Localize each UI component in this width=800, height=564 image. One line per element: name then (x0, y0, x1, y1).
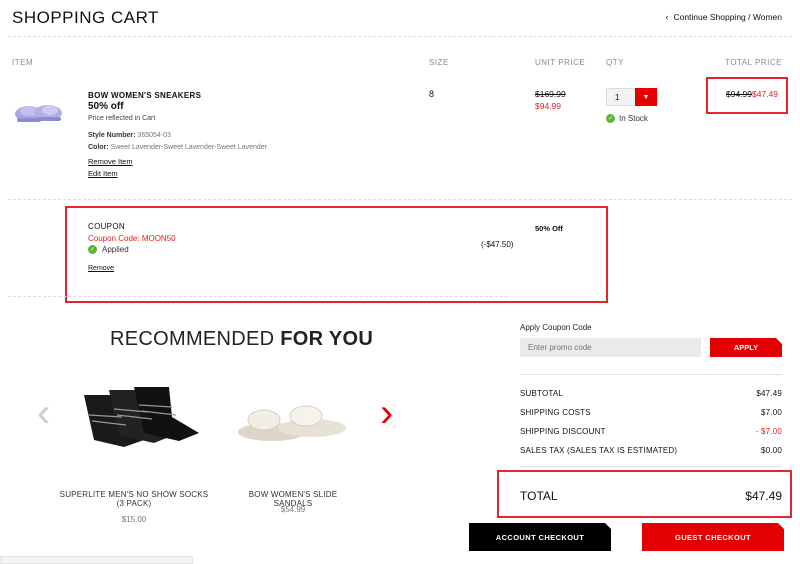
account-checkout-button[interactable]: ACCOUNT CHECKOUT (469, 523, 611, 551)
column-header-size: SIZE (429, 58, 449, 67)
carousel-prev-icon[interactable]: ‹ (37, 393, 50, 433)
column-header-unit-price: UNIT PRICE (535, 58, 586, 67)
column-header-item: ITEM (12, 58, 34, 67)
continue-shopping-label: Continue Shopping / Women (673, 12, 782, 22)
summary-shipping-discount: SHIPPING DISCOUNT - $7.00 (520, 427, 782, 436)
color-label: Color: (88, 144, 109, 151)
divider (8, 199, 792, 200)
unit-price-original: $169.99 (535, 89, 566, 99)
summary-total: TOTAL $47.49 (520, 489, 782, 503)
quantity-value: 1 (615, 92, 620, 102)
recommended-title-light: RECOMMENDED (110, 328, 275, 350)
shipping-label: SHIPPING COSTS (520, 408, 591, 417)
divider (520, 466, 782, 467)
product-name[interactable]: BOW WOMEN'S SNEAKERS (88, 91, 201, 100)
coupon-amount: (-$47.50) (481, 240, 514, 249)
promo-label: Apply Coupon Code (520, 323, 592, 332)
chevron-down-icon[interactable]: ▼ (635, 88, 657, 106)
quantity-select[interactable]: 1 ▼ (606, 88, 658, 106)
remove-item-link[interactable]: Remove Item (88, 157, 133, 166)
carousel-next-icon[interactable]: › (380, 393, 393, 433)
reco-item-name[interactable]: SUPERLITE MEN'S NO SHOW SOCKS (3 PACK) (58, 490, 210, 508)
color-value: Sweet Lavender-Sweet Lavender-Sweet Lave… (110, 144, 267, 151)
edit-item-link[interactable]: Edit Item (88, 169, 118, 178)
continue-shopping-link[interactable]: ‹ Continue Shopping / Women (665, 12, 782, 22)
apply-button[interactable]: APPLY (710, 338, 782, 357)
product-discount: 50% off (88, 101, 124, 112)
promo-code-input[interactable] (520, 338, 701, 357)
shipping-discount-label: SHIPPING DISCOUNT (520, 427, 606, 436)
stock-status: ✓ In Stock (606, 114, 648, 123)
product-image-socks[interactable] (64, 385, 204, 453)
summary-subtotal: SUBTOTAL $47.49 (520, 389, 782, 398)
column-header-qty: QTY (606, 58, 624, 67)
guest-checkout-button[interactable]: GUEST CHECKOUT (642, 523, 784, 551)
color-info: Color: Sweet Lavender-Sweet Lavender-Swe… (88, 144, 267, 151)
total-price-original: $94.99 (726, 89, 752, 99)
recommended-title-bold: FOR YOU (280, 328, 374, 350)
coupon-code: Coupon Code: MOON50 (88, 234, 176, 243)
unit-price-sale: $94.99 (535, 101, 561, 111)
total-value: $47.49 (745, 489, 782, 503)
horizontal-scrollbar[interactable] (0, 556, 193, 564)
summary-tax: SALES TAX (SALES TAX IS ESTIMATED) $0.00 (520, 446, 782, 455)
page-title: SHOPPING CART (12, 8, 159, 27)
check-icon: ✓ (88, 245, 97, 254)
chevron-left-icon: ‹ (665, 12, 669, 22)
reco-item-price: $15.00 (121, 515, 147, 524)
coupon-status-label: Applied (102, 245, 129, 254)
recommended-title: RECOMMENDED FOR YOU (110, 328, 373, 351)
column-header-total-price: TOTAL PRICE (725, 58, 782, 67)
coupon-heading: COUPON (88, 222, 125, 231)
reco-item-price: $54.99 (280, 505, 306, 514)
total-label: TOTAL (520, 489, 558, 503)
check-icon: ✓ (606, 114, 615, 123)
total-price-sale: $47.49 (752, 89, 778, 99)
stock-status-label: In Stock (619, 114, 648, 123)
tax-label: SALES TAX (SALES TAX IS ESTIMATED) (520, 446, 678, 455)
total-price: $94.99$47.49 (726, 89, 778, 99)
tax-value: $0.00 (760, 446, 782, 455)
price-note: Price reflected in Cart (88, 115, 156, 122)
subtotal-value: $47.49 (756, 389, 782, 398)
product-size: 8 (429, 89, 435, 99)
coupon-remove-link[interactable]: Remove (88, 265, 114, 272)
divider (8, 296, 508, 297)
subtotal-label: SUBTOTAL (520, 389, 564, 398)
shipping-discount-value: - $7.00 (755, 427, 782, 436)
divider (520, 374, 782, 375)
divider (8, 36, 792, 37)
product-image-sandals[interactable] (234, 398, 350, 446)
coupon-description: 50% Off (535, 224, 563, 233)
style-number-value: 365054-03 (137, 132, 171, 139)
coupon-highlight (65, 206, 608, 303)
shipping-value: $7.00 (760, 408, 782, 417)
coupon-status: ✓ Applied (88, 245, 129, 254)
product-image-sneakers[interactable] (14, 96, 64, 126)
summary-shipping: SHIPPING COSTS $7.00 (520, 408, 782, 417)
style-number: Style Number: 365054-03 (88, 132, 171, 139)
style-number-label: Style Number: (88, 132, 136, 139)
